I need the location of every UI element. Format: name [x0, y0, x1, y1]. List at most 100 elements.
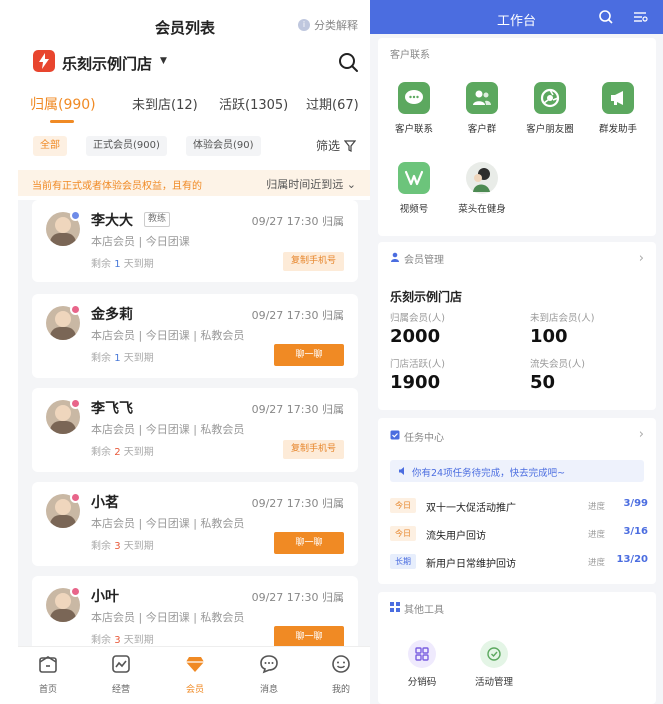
task-row[interactable]: 今日 流失用户回访 进度 3/16	[390, 526, 648, 544]
gender-badge-icon	[70, 210, 81, 221]
expiry-days: 3	[114, 541, 121, 552]
app-mini-program[interactable]: 菜头在健身	[446, 162, 518, 215]
app-label: 群发助手	[598, 124, 637, 135]
store-selector[interactable]: 乐刻示例门店 ▼	[0, 48, 370, 78]
task-center-panel[interactable]: 任务中心 › 你有24项任务待完成，快去完成吧~ 今日 双十一大促活动推广 进度…	[378, 418, 656, 584]
member-assigned-time: 09/27 17:30 归属	[251, 403, 344, 416]
chart-icon	[112, 655, 130, 673]
stat-owned: 归属会员(人) 2000	[390, 310, 445, 347]
task-progress: 13/20	[616, 554, 648, 565]
customer-section-title: 客户联系	[390, 50, 430, 61]
filter-chip-trial[interactable]: 体验会员(90)	[186, 136, 261, 156]
tool-distribution-code[interactable]: 分销码	[392, 640, 452, 688]
member-assigned-time: 09/27 17:30 归属	[251, 591, 344, 604]
task-tag: 长期	[390, 554, 416, 569]
info-icon: i	[298, 19, 310, 31]
stat-label: 归属会员(人)	[390, 313, 445, 324]
user-icon	[391, 252, 399, 262]
member-management-panel[interactable]: 会员管理 › 乐刻示例门店 归属会员(人) 2000 未到店会员(人) 100 …	[378, 242, 656, 410]
member-list: 李大大 教练 09/27 17:30 归属 本店会员 | 今日团课 剩余 1 天…	[18, 200, 370, 660]
task-name: 流失用户回访	[426, 531, 486, 542]
rights-notice-bar: 当前有正式或者体验会员权益，且有的 归属时间近到远 ⌄	[18, 170, 370, 196]
member-card[interactable]: 李大大 教练 09/27 17:30 归属 本店会员 | 今日团课 剩余 1 天…	[32, 200, 358, 282]
expiry-days: 2	[114, 447, 121, 458]
workbench-screen: 工作台 客户联系 客户联系 客户群 客户朋友圈 群发助手 视频号 菜头在健身 会…	[370, 0, 663, 704]
chevron-down-icon: ⌄	[343, 178, 356, 191]
filter-menu-icon[interactable]	[632, 9, 648, 25]
app-customer-group[interactable]: 客户群	[446, 82, 518, 135]
member-card[interactable]: 小茗 09/27 17:30 归属 本店会员 | 今日团课 | 私教会员 剩余 …	[32, 482, 358, 566]
expiry-suffix: 天到期	[123, 259, 154, 270]
nav-item-messages[interactable]: 消息	[244, 653, 294, 695]
member-name: 金多莉	[91, 307, 133, 323]
member-name: 小茗	[91, 495, 119, 511]
nav-label-messages: 消息	[259, 685, 278, 695]
stat-label: 门店活跃(人)	[390, 359, 445, 370]
notice-text: 当前有正式或者体验会员权益，且有的	[32, 181, 202, 192]
member-card[interactable]: 李飞飞 09/27 17:30 归属 本店会员 | 今日团课 | 私教会员 剩余…	[32, 388, 358, 472]
task-name: 新用户日常维护回访	[426, 559, 516, 570]
diamond-icon	[186, 657, 204, 672]
category-help-link[interactable]: i 分类解释	[298, 17, 358, 33]
app-video-channel[interactable]: 视频号	[378, 162, 450, 215]
filter-chip-all[interactable]: 全部	[33, 136, 67, 156]
stat-value: 50	[530, 372, 556, 393]
member-name: 李大大	[91, 213, 133, 229]
task-row[interactable]: 长期 新用户日常维护回访 进度 13/20	[390, 554, 648, 572]
app-label: 菜头在健身	[458, 204, 506, 215]
task-reminder-banner[interactable]: 你有24项任务待完成，快去完成吧~	[390, 460, 644, 482]
task-progress-label: 进度	[588, 530, 606, 540]
workbench-title: 工作台	[496, 14, 536, 29]
nav-item-members[interactable]: 会员	[170, 653, 220, 695]
tab-expired[interactable]: 过期(67)	[306, 94, 359, 113]
sort-selector[interactable]: 归属时间近到远 ⌄	[266, 176, 356, 192]
task-section-title: 任务中心	[404, 433, 444, 444]
app-broadcast-assistant[interactable]: 群发助手	[582, 82, 654, 135]
tab-not-visited[interactable]: 未到店(12)	[132, 94, 198, 113]
member-store-name: 乐刻示例门店	[390, 290, 463, 304]
chat-button[interactable]: 聊一聊	[274, 532, 344, 554]
funnel-icon	[344, 139, 356, 152]
gender-badge-icon	[70, 492, 81, 503]
member-assigned-time: 09/27 17:30 归属	[251, 309, 344, 322]
expiry-days: 1	[114, 353, 121, 364]
filter-chip-formal[interactable]: 正式会员(900)	[86, 136, 167, 156]
tab-active[interactable]: 活跃(1305)	[219, 94, 288, 113]
app-customer-contact[interactable]: 客户联系	[378, 82, 450, 135]
category-help-label: 分类解释	[314, 19, 358, 32]
task-banner-text: 你有24项任务待完成，快去完成吧~	[412, 468, 566, 479]
chat-button[interactable]: 聊一聊	[274, 344, 344, 366]
app-label: 客户朋友圈	[526, 124, 574, 135]
search-icon[interactable]	[337, 51, 359, 73]
chat-bubble-icon	[398, 82, 430, 114]
copy-phone-button[interactable]: 复制手机号	[282, 440, 344, 459]
member-expiry: 剩余 3 天到期	[91, 631, 154, 646]
tab-owned[interactable]: 归属(990)	[30, 94, 96, 114]
stat-label: 未到店会员(人)	[530, 313, 595, 324]
tool-label: 活动管理	[474, 677, 513, 688]
member-expiry: 剩余 3 天到期	[91, 537, 154, 552]
copy-phone-button[interactable]: 复制手机号	[282, 252, 344, 271]
nav-item-home[interactable]: 首页	[23, 653, 73, 695]
stat-value: 1900	[390, 372, 441, 393]
app-customer-moments[interactable]: 客户朋友圈	[514, 82, 586, 135]
search-icon[interactable]	[598, 9, 614, 25]
profile-icon	[332, 655, 350, 673]
chevron-right-icon[interactable]: ›	[639, 427, 644, 442]
filter-button[interactable]: 筛选	[316, 137, 356, 154]
expiry-days: 1	[114, 259, 121, 270]
member-assigned-time: 09/27 17:30 归属	[251, 497, 344, 510]
nav-item-operations[interactable]: 经营	[96, 653, 146, 695]
speaker-icon	[399, 467, 404, 475]
chevron-right-icon[interactable]: ›	[639, 251, 644, 266]
nav-item-profile[interactable]: 我的	[316, 653, 366, 695]
tool-activity-management[interactable]: 活动管理	[464, 640, 524, 688]
chat-button[interactable]: 聊一聊	[274, 626, 344, 648]
stat-lost: 流失会员(人) 50	[530, 356, 585, 393]
expiry-suffix: 天到期	[123, 447, 154, 458]
member-card[interactable]: 金多莉 09/27 17:30 归属 本店会员 | 今日团课 | 私教会员 剩余…	[32, 294, 358, 378]
stat-label: 流失会员(人)	[530, 359, 585, 370]
task-row[interactable]: 今日 双十一大促活动推广 进度 3/99	[390, 498, 648, 516]
expiry-prefix: 剩余	[91, 353, 111, 364]
app-label: 客户联系	[394, 124, 433, 135]
